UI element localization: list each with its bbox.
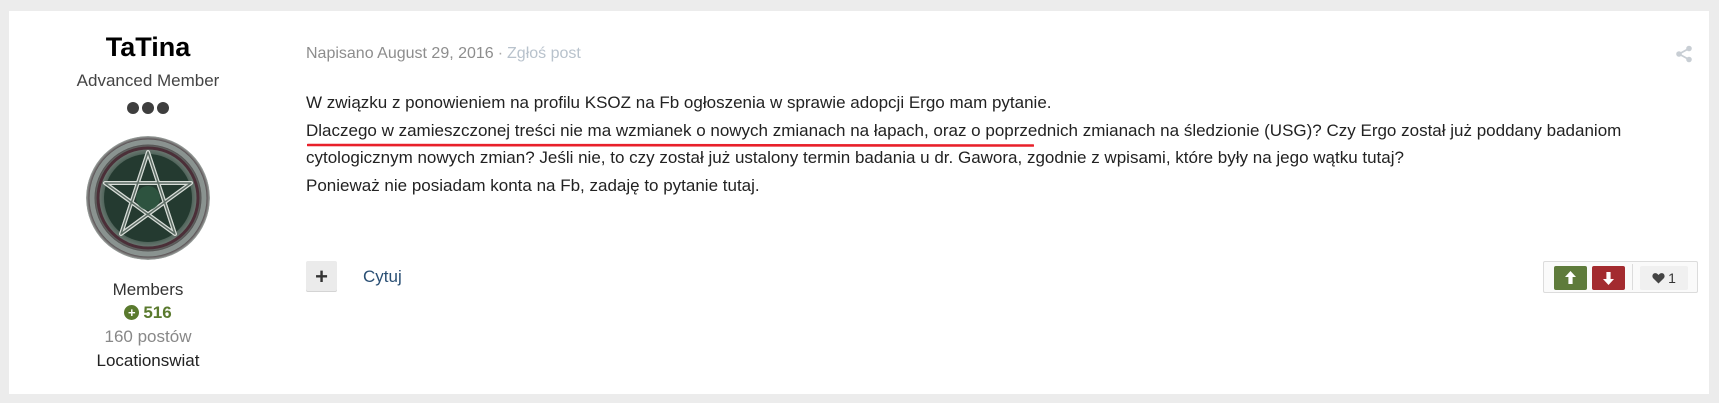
multiquote-button[interactable]: + bbox=[306, 261, 337, 292]
avatar[interactable] bbox=[86, 136, 210, 260]
like-count-button[interactable]: 1 bbox=[1640, 266, 1688, 290]
share-icon[interactable] bbox=[1675, 45, 1693, 63]
pentagram-avatar-image bbox=[86, 136, 210, 260]
quote-button[interactable]: Cytuj bbox=[363, 267, 402, 287]
divider bbox=[1632, 264, 1633, 290]
arrow-up-icon bbox=[1565, 271, 1576, 284]
heart-icon bbox=[1652, 273, 1665, 284]
meta-separator: · bbox=[497, 45, 504, 62]
plus-circle-icon: + bbox=[124, 305, 140, 320]
rank-pip bbox=[142, 102, 154, 114]
author-reputation[interactable]: +516 bbox=[9, 303, 287, 323]
rank-pip bbox=[157, 102, 169, 114]
plus-icon: + bbox=[315, 263, 328, 289]
post-paragraph: W związku z ponowieniem na profilu KSOZ … bbox=[306, 93, 1052, 112]
report-post-link[interactable]: Zgłoś post bbox=[507, 45, 581, 62]
vote-down-button[interactable] bbox=[1592, 266, 1625, 290]
forum-post: TaTina Advanced Member Members + 516 160… bbox=[9, 11, 1709, 394]
reputation-value: 516 bbox=[143, 303, 172, 322]
rank-indicator bbox=[127, 102, 169, 114]
author-group: Members bbox=[112, 280, 184, 299]
red-underline-annotation bbox=[307, 143, 1034, 147]
author-location: Locationswiat bbox=[96, 351, 200, 370]
rank-pip bbox=[127, 102, 139, 114]
author-username[interactable]: TaTina bbox=[9, 32, 287, 63]
arrow-down-icon bbox=[1603, 272, 1614, 285]
vote-up-button[interactable] bbox=[1554, 266, 1587, 290]
author-panel: TaTina Advanced Member Members + 516 160… bbox=[9, 11, 287, 394]
reaction-bar: 1 bbox=[1543, 261, 1698, 293]
author-member-title: Advanced Member bbox=[76, 71, 220, 90]
author-posts-count: 160 postów bbox=[104, 327, 192, 346]
post-meta: Napisano August 29, 2016 · Zgłoś post bbox=[306, 45, 581, 63]
like-count: 1 bbox=[1668, 270, 1676, 286]
post-paragraph: Ponieważ nie posiadam konta na Fb, zadaj… bbox=[306, 175, 760, 195]
post-date[interactable]: Napisano August 29, 2016 bbox=[306, 45, 494, 62]
